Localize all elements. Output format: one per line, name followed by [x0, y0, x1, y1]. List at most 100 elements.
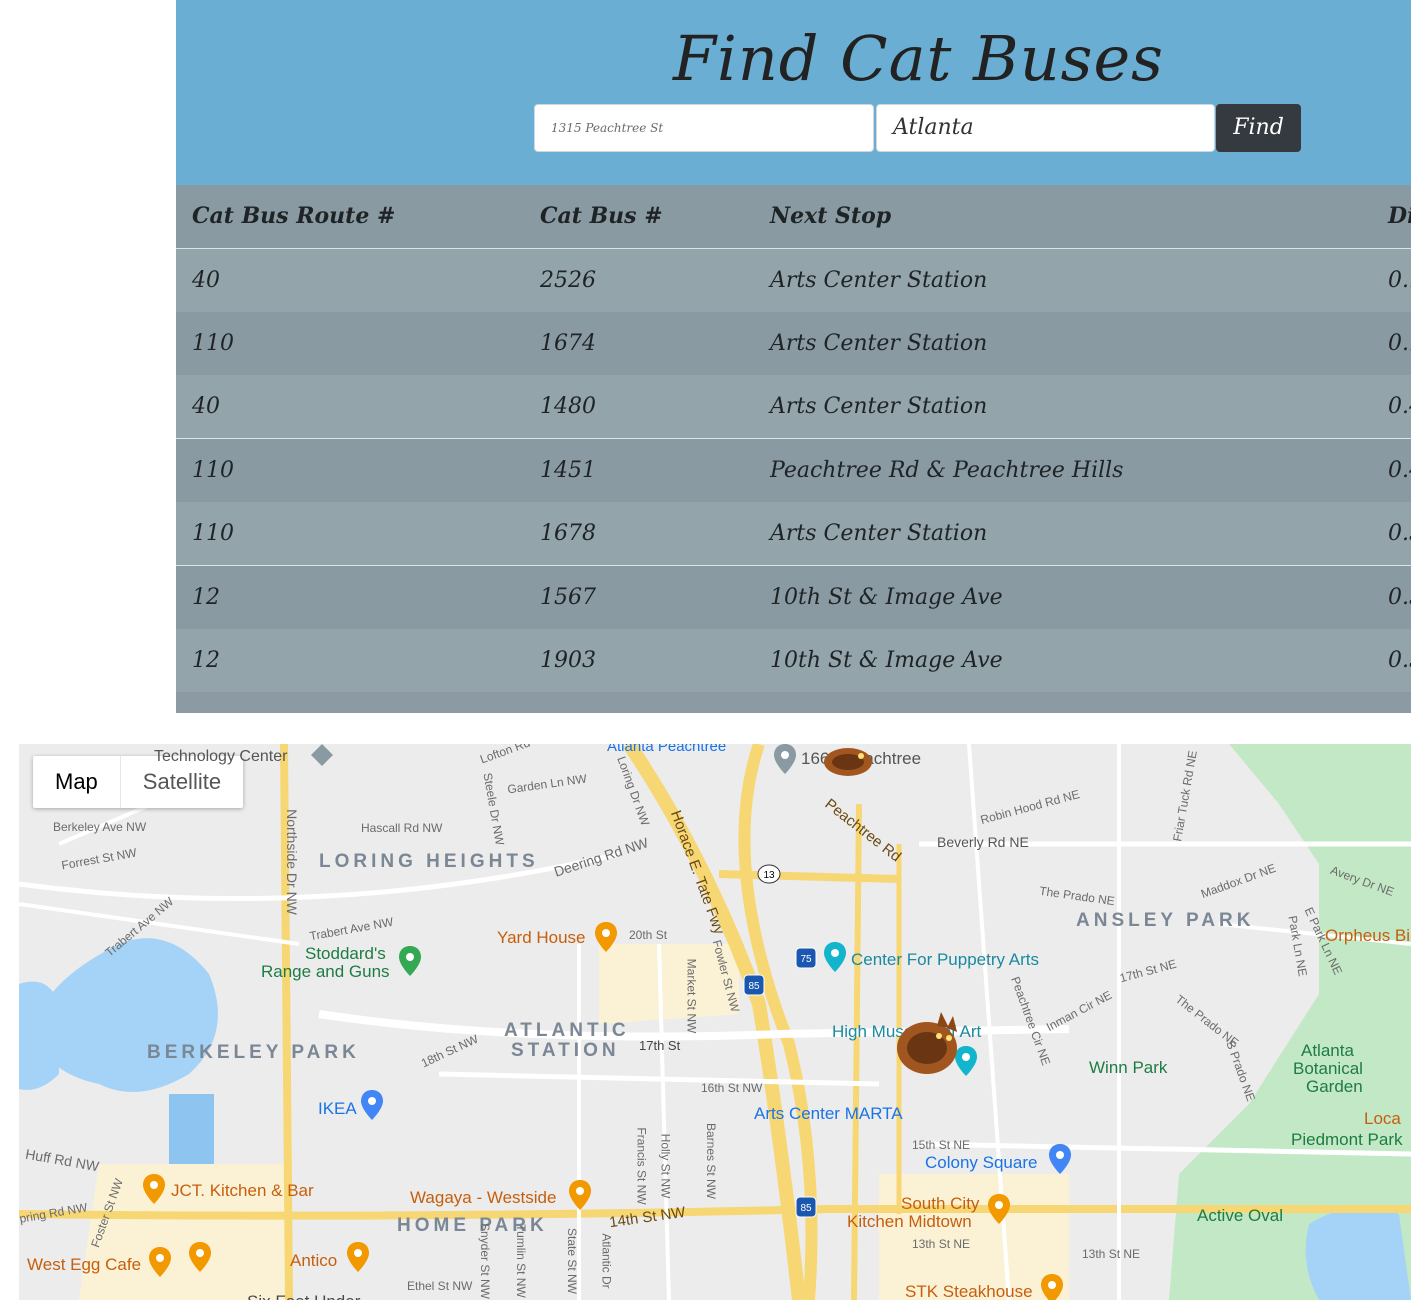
street-label: Barnes St NW: [704, 1122, 719, 1200]
table-row: 12 1903 10th St & Image Ave 0.5: [176, 629, 1411, 692]
street-label: Snyder St NW: [478, 1222, 493, 1300]
poi-label[interactable]: Atlanta: [1301, 1041, 1354, 1061]
reservoir: [169, 1094, 214, 1174]
city-input[interactable]: Atlanta: [876, 104, 1215, 152]
table-row: 110 1451 Peachtree Rd & Peachtree Hills …: [176, 439, 1411, 503]
street-label: 16th St NW: [701, 1081, 763, 1095]
restaurant-pin-icon[interactable]: [149, 1247, 171, 1277]
bus-cell: 1903: [540, 648, 596, 673]
map-view[interactable]: Map Satellite LORING HEIGHTS ANSLEY PARK…: [19, 744, 1411, 1300]
street-label: Atlantic Dr: [599, 1233, 614, 1289]
distance-cell: 0.1: [1388, 331, 1411, 356]
poi-label[interactable]: South City: [901, 1194, 979, 1214]
shopping-pin-icon[interactable]: [1049, 1144, 1071, 1174]
area-label: STATION: [511, 1040, 620, 1061]
bus-table: Cat Bus Route # Cat Bus # Next Stop Di 4…: [176, 185, 1411, 713]
route-cell: 110: [192, 521, 234, 546]
bus-cell: 1567: [540, 585, 596, 610]
cat-bus-marker-icon[interactable]: [893, 1006, 961, 1080]
street-label: 13th St NE: [912, 1237, 971, 1251]
table-row: 12 1567 10th St & Image Ave 0.5: [176, 566, 1411, 630]
svg-text:13: 13: [763, 870, 775, 881]
lake: [34, 938, 218, 1092]
stop-cell: Arts Center Station: [770, 268, 988, 293]
map-pin-icon[interactable]: [399, 946, 421, 976]
table-row: 110 1678 Arts Center Station 0.5: [176, 502, 1411, 566]
street-label: Northside Dr NW: [283, 809, 300, 915]
stop-cell: Arts Center Station: [770, 331, 988, 356]
route-cell: 12: [192, 648, 220, 673]
restaurant-pin-icon[interactable]: [347, 1242, 369, 1272]
poi-label[interactable]: Piedmont Park: [1291, 1130, 1403, 1150]
restaurant-pin-icon[interactable]: [988, 1194, 1010, 1224]
poi-label[interactable]: Yard House: [497, 928, 586, 948]
poi-label[interactable]: JCT. Kitchen & Bar: [171, 1181, 314, 1201]
poi-label[interactable]: Loca: [1364, 1109, 1401, 1129]
stop-cell: 10th St & Image Ave: [770, 648, 1003, 673]
stop-cell: Arts Center Station: [770, 394, 988, 419]
column-header: Cat Bus #: [540, 203, 663, 229]
poi-label[interactable]: Orpheus Bi: [1325, 926, 1410, 946]
bus-cell: 1674: [540, 331, 596, 356]
distance-cell: 0.5: [1388, 585, 1411, 610]
poi-label[interactable]: Antico: [290, 1251, 337, 1271]
poi-label[interactable]: Garden: [1306, 1077, 1363, 1097]
poi-label[interactable]: Six Feet Under: [247, 1292, 360, 1300]
route-cell: 40: [192, 394, 220, 419]
table-row: 40 1480 Arts Center Station 0.4: [176, 375, 1411, 439]
poi-label[interactable]: Range and Guns: [261, 962, 390, 982]
poi-label[interactable]: Winn Park: [1089, 1058, 1167, 1078]
street-label: 20th St: [629, 928, 668, 942]
table-row: 110 1674 Arts Center Station 0.1: [176, 312, 1411, 376]
lake: [1305, 1206, 1411, 1300]
page-title: Find Cat Buses: [672, 22, 1165, 95]
route-cell: 110: [192, 458, 234, 483]
distance-cell: 0.4: [1388, 458, 1411, 483]
map-pin-icon[interactable]: [774, 744, 796, 774]
cat-bus-marker-icon[interactable]: [821, 744, 876, 780]
poi-label[interactable]: Colony Square: [925, 1153, 1037, 1173]
column-header: Di: [1388, 203, 1411, 229]
route-13-shield-icon: 13: [757, 864, 781, 884]
poi-label[interactable]: STK Steakhouse: [905, 1282, 1033, 1300]
poi-label[interactable]: Active Oval: [1197, 1206, 1283, 1226]
find-button[interactable]: Find: [1216, 104, 1301, 152]
stop-cell: Peachtree Rd & Peachtree Hills: [770, 458, 1124, 483]
poi-label[interactable]: IKEA: [318, 1099, 357, 1119]
poi-label[interactable]: Wagaya - Westside: [410, 1188, 556, 1208]
restaurant-pin-icon[interactable]: [143, 1174, 165, 1204]
road: [438, 1071, 880, 1087]
museum-pin-icon[interactable]: [824, 942, 846, 972]
table-row: 40 2526 Arts Center Station 0.1: [176, 249, 1411, 313]
street-label: Technology Center: [154, 748, 288, 765]
poi-label[interactable]: Arts Center MARTA: [754, 1104, 903, 1124]
lake: [19, 981, 59, 1090]
shopping-pin-icon[interactable]: [361, 1090, 383, 1120]
poi-label[interactable]: Center For Puppetry Arts: [851, 950, 1039, 970]
restaurant-pin-icon[interactable]: [1041, 1274, 1063, 1300]
map-type-map-button[interactable]: Map: [33, 756, 121, 808]
street-label: Berkeley Ave NW: [53, 820, 147, 834]
restaurant-pin-icon[interactable]: [595, 922, 617, 952]
street-label: Atlanta Peachtree: [607, 744, 727, 755]
route-cell: 40: [192, 268, 220, 293]
area-label: LORING HEIGHTS: [319, 851, 539, 872]
restaurant-pin-icon[interactable]: [189, 1242, 211, 1272]
poi-label[interactable]: Botanical: [1293, 1059, 1363, 1079]
distance-cell: 0.1: [1388, 268, 1411, 293]
poi-label[interactable]: Kitchen Midtown: [847, 1212, 972, 1232]
svg-text:85: 85: [800, 1203, 812, 1214]
poi-label[interactable]: Stoddard's: [305, 944, 386, 964]
distance-cell: 0.5: [1388, 521, 1411, 546]
street-input[interactable]: 1315 Peachtree St: [534, 104, 874, 152]
street-label: Beverly Rd NE: [937, 834, 1029, 850]
street-label: 17th St: [639, 1038, 681, 1053]
restaurant-pin-icon[interactable]: [569, 1180, 591, 1210]
highway: [718, 870, 900, 883]
area-label: ANSLEY PARK: [1076, 910, 1255, 931]
street-label: State St NW: [565, 1227, 580, 1295]
map-pin-icon[interactable]: [311, 744, 333, 766]
poi-label[interactable]: West Egg Cafe: [27, 1255, 141, 1275]
street-label: Hascall Rd NW: [361, 821, 443, 835]
column-header: Cat Bus Route #: [192, 203, 396, 229]
